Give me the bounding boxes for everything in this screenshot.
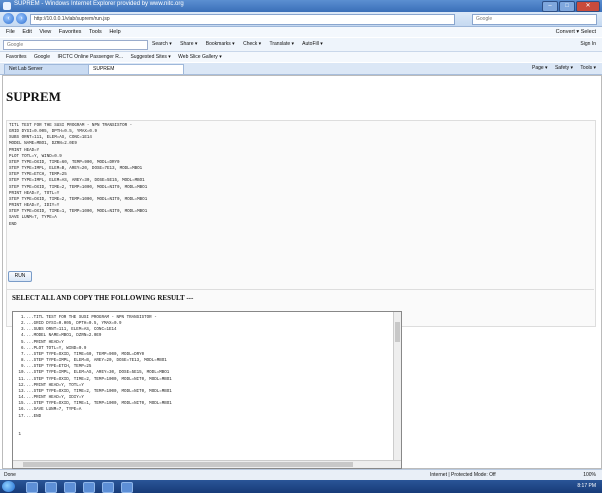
minimize-button[interactable]: – xyxy=(542,1,558,12)
menu-convert[interactable]: Convert ▾ Select xyxy=(556,27,596,37)
google-translate-button[interactable]: Translate ▾ xyxy=(269,41,294,47)
status-bar: Done Internet | Protected Mode: Off 100% xyxy=(0,469,602,480)
result-text: 1....TITL TEST FOR THE SUSI PROGRAM - NP… xyxy=(18,316,172,437)
taskbar-app-icon[interactable] xyxy=(83,482,95,493)
forward-icon[interactable]: › xyxy=(16,13,27,24)
fav-irctc[interactable]: IRCTC Online Passenger R... xyxy=(57,54,123,60)
taskbar-explorer-icon[interactable] xyxy=(45,482,57,493)
menu-file[interactable]: File xyxy=(6,29,15,35)
cmd-tools[interactable]: Tools ▾ xyxy=(580,65,596,71)
google-search-button[interactable]: Search ▾ xyxy=(152,41,172,47)
menu-favorites[interactable]: Favorites xyxy=(59,29,82,35)
google-search-input[interactable]: Google xyxy=(3,40,148,50)
cmd-page[interactable]: Page ▾ xyxy=(532,65,548,71)
security-zone: Internet | Protected Mode: Off xyxy=(430,472,496,478)
tab-net-lab-server[interactable]: Net Lab Server xyxy=(4,64,90,74)
google-bookmarks-button[interactable]: Bookmarks ▾ xyxy=(206,41,235,47)
zoom-level[interactable]: 100% xyxy=(583,470,596,480)
ie-icon xyxy=(3,2,11,10)
google-autofill-button[interactable]: AutoFill ▾ xyxy=(302,41,323,47)
search-input[interactable]: Google xyxy=(472,14,597,25)
google-signin-link[interactable]: Sign In xyxy=(580,38,596,51)
fav-google[interactable]: Google xyxy=(34,54,50,60)
tab-suprem[interactable]: SUPREM xyxy=(88,64,184,74)
tab-bar: Net Lab Server SUPREM Page ▾ Safety ▾ To… xyxy=(0,63,602,75)
favorites-button[interactable]: Favorites xyxy=(6,54,27,60)
menu-tools[interactable]: Tools xyxy=(89,29,102,35)
menu-help[interactable]: Help xyxy=(109,29,120,35)
cmd-safety[interactable]: Safety ▾ xyxy=(555,65,573,71)
taskbar-ie-icon[interactable] xyxy=(26,482,38,493)
taskbar-media-icon[interactable] xyxy=(64,482,76,493)
taskbar-window-icon[interactable] xyxy=(102,482,114,493)
window-titlebar: SUPREM - Windows Internet Explorer provi… xyxy=(0,0,602,12)
taskbar-window2-icon[interactable] xyxy=(121,482,133,493)
start-button[interactable] xyxy=(2,481,15,492)
menu-edit[interactable]: Edit xyxy=(22,29,31,35)
maximize-button[interactable]: □ xyxy=(559,1,575,12)
menu-bar: File Edit View Favorites Tools Help Conv… xyxy=(0,27,602,37)
taskbar-clock: 8:17 PM xyxy=(577,483,596,489)
taskbar: 8:17 PM xyxy=(0,480,602,493)
favorites-bar: Favorites Google IRCTC Online Passenger … xyxy=(0,52,602,62)
page-title: SUPREM xyxy=(6,89,61,104)
result-horizontal-scrollbar[interactable] xyxy=(13,460,401,468)
result-heading: SELECT ALL AND COPY THE FOLLOWING RESULT… xyxy=(12,294,194,302)
result-textarea[interactable]: 1....TITL TEST FOR THE SUSI PROGRAM - NP… xyxy=(12,311,402,469)
google-toolbar: Google Search ▾ Share ▾ Bookmarks ▾ Chec… xyxy=(0,38,602,52)
url-input[interactable]: http://10.0.0.1/vlab/suprem/run.jsp xyxy=(30,14,455,25)
window-title: SUPREM - Windows Internet Explorer provi… xyxy=(14,1,184,7)
menu-view[interactable]: View xyxy=(39,29,51,35)
input-deck-text: TITL TEST FOR THE SUSI PROGRAM - NPN TRA… xyxy=(9,124,148,227)
back-icon[interactable]: ‹ xyxy=(3,13,14,24)
run-button[interactable]: RUN xyxy=(8,271,32,282)
fav-web-slice-gallery[interactable]: Web Slice Gallery ▾ xyxy=(178,54,222,60)
google-check-button[interactable]: Check ▾ xyxy=(243,41,261,47)
fav-suggested-sites[interactable]: Suggested Sites ▾ xyxy=(130,54,170,60)
status-text: Done xyxy=(4,472,16,478)
google-share-button[interactable]: Share ▾ xyxy=(180,41,197,47)
result-vertical-scrollbar[interactable] xyxy=(393,312,401,460)
divider xyxy=(6,289,594,290)
close-button[interactable]: ✕ xyxy=(576,1,600,12)
page-content: SUPREM TITL TEST FOR THE SUSI PROGRAM - … xyxy=(0,75,602,469)
address-bar: ‹ › http://10.0.0.1/vlab/suprem/run.jsp … xyxy=(0,12,602,27)
